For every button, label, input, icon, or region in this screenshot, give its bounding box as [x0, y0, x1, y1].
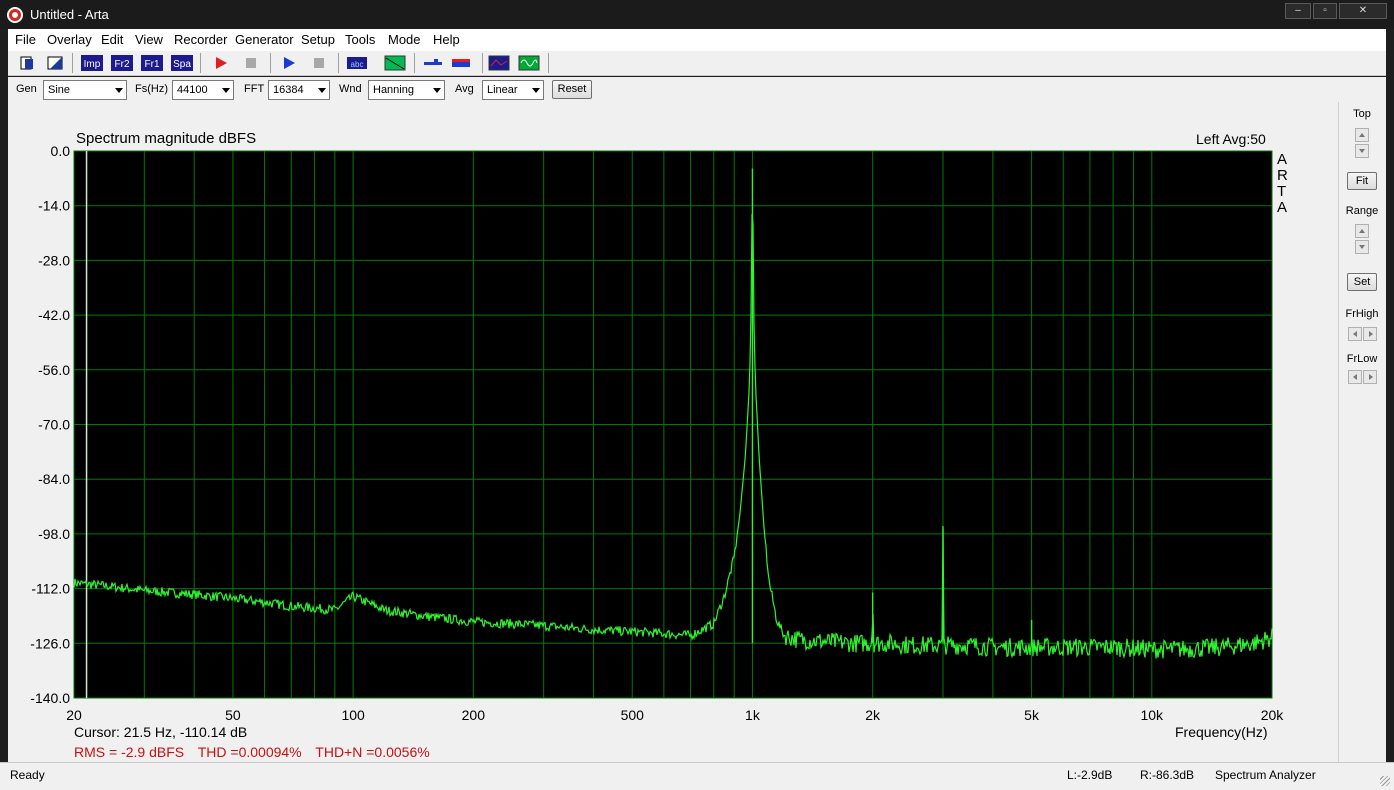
arta-logo-letter: A [1277, 199, 1288, 216]
chart-title: Spectrum magnitude dBFS [76, 130, 257, 147]
frhigh-left-spinner[interactable] [1348, 327, 1362, 341]
left-level-readout: L:-2.9dB [1067, 768, 1113, 782]
spectrum-plot[interactable]: 0.0 -14.0 -28.0 -42.0 -56.0 -70.0 -84.0 -98.0 -1… [0, 0, 1394, 790]
y-tick-label: -28.0 [38, 252, 70, 268]
status-ready: Ready [10, 768, 45, 782]
y-tick-label: -126.0 [30, 635, 70, 651]
x-tick-label: 1k [745, 707, 761, 723]
x-tick-label: 200 [462, 707, 486, 723]
frlow-left-spinner[interactable] [1348, 370, 1362, 384]
frhigh-label: FrHigh [1345, 308, 1379, 320]
range-label: Range [1345, 205, 1379, 217]
thdn-value: THD+N =0.0056% [315, 744, 430, 760]
thd-value: THD =0.00094% [197, 744, 302, 760]
y-tick-label: -84.0 [38, 471, 70, 487]
top-label: Top [1353, 108, 1371, 120]
x-tick-label: 20k [1261, 707, 1285, 723]
x-tick-label: 5k [1024, 707, 1040, 723]
channel-avg-label: Left Avg:50 [1196, 131, 1266, 147]
x-axis-title: Frequency(Hz) [1175, 724, 1268, 740]
top-up-spinner[interactable] [1355, 128, 1369, 142]
range-up-spinner[interactable] [1355, 224, 1369, 238]
frlow-label: FrLow [1346, 353, 1378, 365]
mode-indicator: Spectrum Analyzer [1215, 768, 1316, 782]
x-tick-label: 50 [225, 707, 241, 723]
status-bar: Ready L:-2.9dB R:-86.3dB Spectrum Analyz… [0, 762, 1394, 790]
right-control-panel: Top Fit Range Set FrHigh FrLow [1338, 102, 1386, 762]
range-down-spinner[interactable] [1355, 240, 1369, 254]
y-tick-label: -98.0 [38, 526, 70, 542]
y-tick-label: 0.0 [51, 143, 71, 159]
y-tick-label: -14.0 [38, 198, 70, 214]
resize-grip-icon[interactable] [1380, 776, 1390, 786]
x-tick-label: 20 [66, 707, 82, 723]
y-tick-label: -140.0 [30, 690, 70, 706]
y-tick-label: -70.0 [38, 417, 70, 433]
x-tick-label: 500 [621, 707, 645, 723]
frhigh-right-spinner[interactable] [1363, 327, 1377, 341]
y-tick-label: -56.0 [38, 362, 70, 378]
right-level-readout: R:-86.3dB [1140, 768, 1195, 782]
x-tick-label: 2k [865, 707, 881, 723]
arta-logo-letter: R [1277, 167, 1288, 184]
rms-value: RMS = -2.9 dBFS [74, 744, 185, 760]
y-tick-label: -42.0 [38, 307, 70, 323]
cursor-readout: Cursor: 21.5 Hz, -110.14 dB [74, 724, 248, 740]
arta-logo-letter: T [1277, 183, 1287, 200]
top-down-spinner[interactable] [1355, 144, 1369, 158]
frlow-right-spinner[interactable] [1363, 370, 1377, 384]
fit-button[interactable]: Fit [1347, 172, 1377, 190]
x-tick-label: 100 [341, 707, 365, 723]
x-tick-label: 10k [1140, 707, 1164, 723]
arta-logo-letter: A [1277, 151, 1288, 168]
set-button[interactable]: Set [1347, 273, 1377, 291]
measurement-readout: RMS = -2.9 dBFS THD =0.00094% THD+N =0.0… [74, 744, 440, 760]
y-tick-label: -112.0 [31, 581, 70, 597]
